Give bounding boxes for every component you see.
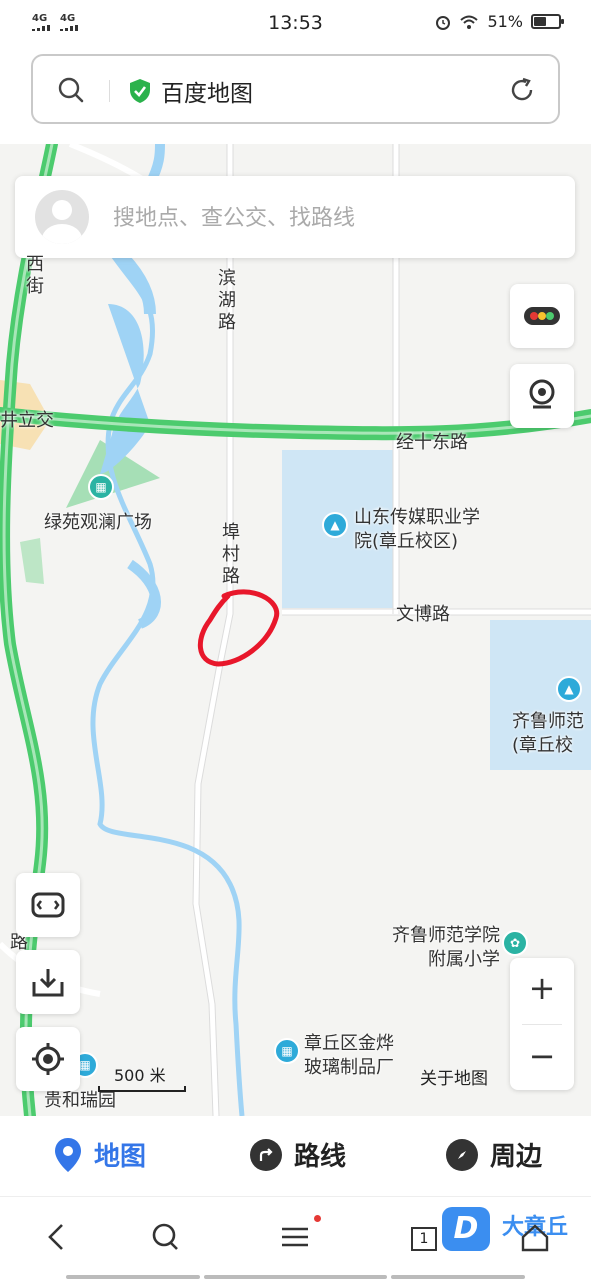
label-road-binhu: 滨湖路 <box>218 268 236 333</box>
gesture-bar-right <box>391 1275 525 1279</box>
offline-download-button[interactable] <box>16 950 80 1014</box>
tab-route[interactable]: 路线 <box>250 1136 346 1173</box>
zoom-in-button[interactable]: + <box>510 958 574 1022</box>
gesture-bar-center <box>204 1275 387 1279</box>
download-icon <box>32 969 64 997</box>
notification-dot <box>314 1215 321 1222</box>
avatar[interactable] <box>35 190 89 244</box>
tab-nearby-label: 周边 <box>490 1142 543 1172</box>
battery-percent: 51% <box>487 12 523 31</box>
zoom-out-button[interactable]: − <box>510 1026 574 1090</box>
zoom-divider <box>522 1024 562 1025</box>
menu-icon[interactable] <box>280 1219 310 1255</box>
label-school-attached[interactable]: 齐鲁师范学院附属小学 <box>378 924 500 972</box>
map-search-card[interactable]: 搜地点、查公交、找路线 <box>15 176 575 258</box>
map-base-layer <box>0 144 591 1116</box>
search-icon[interactable] <box>57 76 85 104</box>
tab-map-label: 地图 <box>94 1142 147 1172</box>
browser-search-icon[interactable] <box>150 1219 182 1255</box>
tab-count-button[interactable]: 1 <box>411 1227 437 1251</box>
location-pin-icon <box>529 379 555 409</box>
url-divider <box>109 80 110 102</box>
scale-label: 500 米 <box>114 1066 166 1085</box>
factory-poi-icon[interactable]: ▦ <box>274 1038 300 1064</box>
map-view[interactable]: 搜地点、查公交、找路线 西街 滨湖路 井立交 经十东路 ▦ 绿苑观澜广场 埠村路… <box>0 144 591 1116</box>
vr-button[interactable] <box>16 873 80 937</box>
school-qilu-poi-icon[interactable]: ▲ <box>556 676 582 702</box>
label-school-qilu[interactable]: 齐鲁师范(章丘校 <box>512 710 591 758</box>
label-interchange: 井立交 <box>0 410 54 431</box>
school-poi-icon[interactable]: ▲ <box>322 512 348 538</box>
gesture-bar-left <box>66 1275 200 1279</box>
vr-icon <box>31 892 65 918</box>
traffic-light-icon <box>524 307 560 325</box>
tab-nearby[interactable]: 周边 <box>446 1136 542 1173</box>
back-icon[interactable] <box>44 1219 68 1255</box>
map-search-input[interactable]: 搜地点、查公交、找路线 <box>113 200 355 232</box>
scale-line <box>98 1086 186 1092</box>
reload-icon[interactable] <box>508 76 536 104</box>
wifi-icon <box>460 15 479 29</box>
label-park[interactable]: 绿苑观澜广场 <box>44 508 152 534</box>
watermark-logo: D <box>442 1207 490 1251</box>
locate-me-button[interactable] <box>16 1027 80 1091</box>
compass-icon <box>446 1138 478 1171</box>
browser-nav-bar: 1 D 大章丘 <box>0 1196 591 1280</box>
tab-map[interactable]: 地图 <box>54 1136 146 1173</box>
about-map-link[interactable]: 关于地图 <box>420 1064 488 1089</box>
tab-route-label: 路线 <box>294 1142 347 1172</box>
scale-bar: 500 米 <box>98 1062 186 1092</box>
url-site-title: 百度地图 <box>161 81 253 107</box>
label-school-media[interactable]: 山东传媒职业学院(章丘校区) <box>354 506 490 554</box>
label-road-wenbo: 文博路 <box>396 604 450 625</box>
map-tab-row: 地图 路线 周边 <box>0 1116 591 1196</box>
attached-school-poi-icon[interactable]: ✿ <box>502 930 528 956</box>
battery-icon <box>531 14 564 29</box>
route-icon <box>250 1138 282 1171</box>
traffic-button[interactable] <box>510 284 574 348</box>
shield-check-icon <box>130 79 150 103</box>
map-pin-icon <box>55 1137 81 1172</box>
label-road-fucun: 埠村路 <box>222 522 240 587</box>
status-bar: 4G 4G 13:53 51% <box>0 0 591 46</box>
browser-url-bar[interactable]: 百度地图 <box>31 54 560 124</box>
crosshair-icon <box>32 1043 64 1075</box>
red-circle-annotation <box>197 589 280 667</box>
panorama-button[interactable] <box>510 364 574 428</box>
park-poi-icon[interactable]: ▦ <box>88 474 114 500</box>
zoom-control: + − <box>510 958 574 1090</box>
label-road-jingshi: 经十东路 <box>396 432 468 453</box>
alarm-icon <box>436 15 451 30</box>
small-green-area <box>20 538 44 584</box>
label-road-west: 西街 <box>26 254 44 297</box>
home-icon[interactable] <box>520 1223 550 1253</box>
label-factory[interactable]: 章丘区金烨玻璃制品厂 <box>304 1032 408 1080</box>
